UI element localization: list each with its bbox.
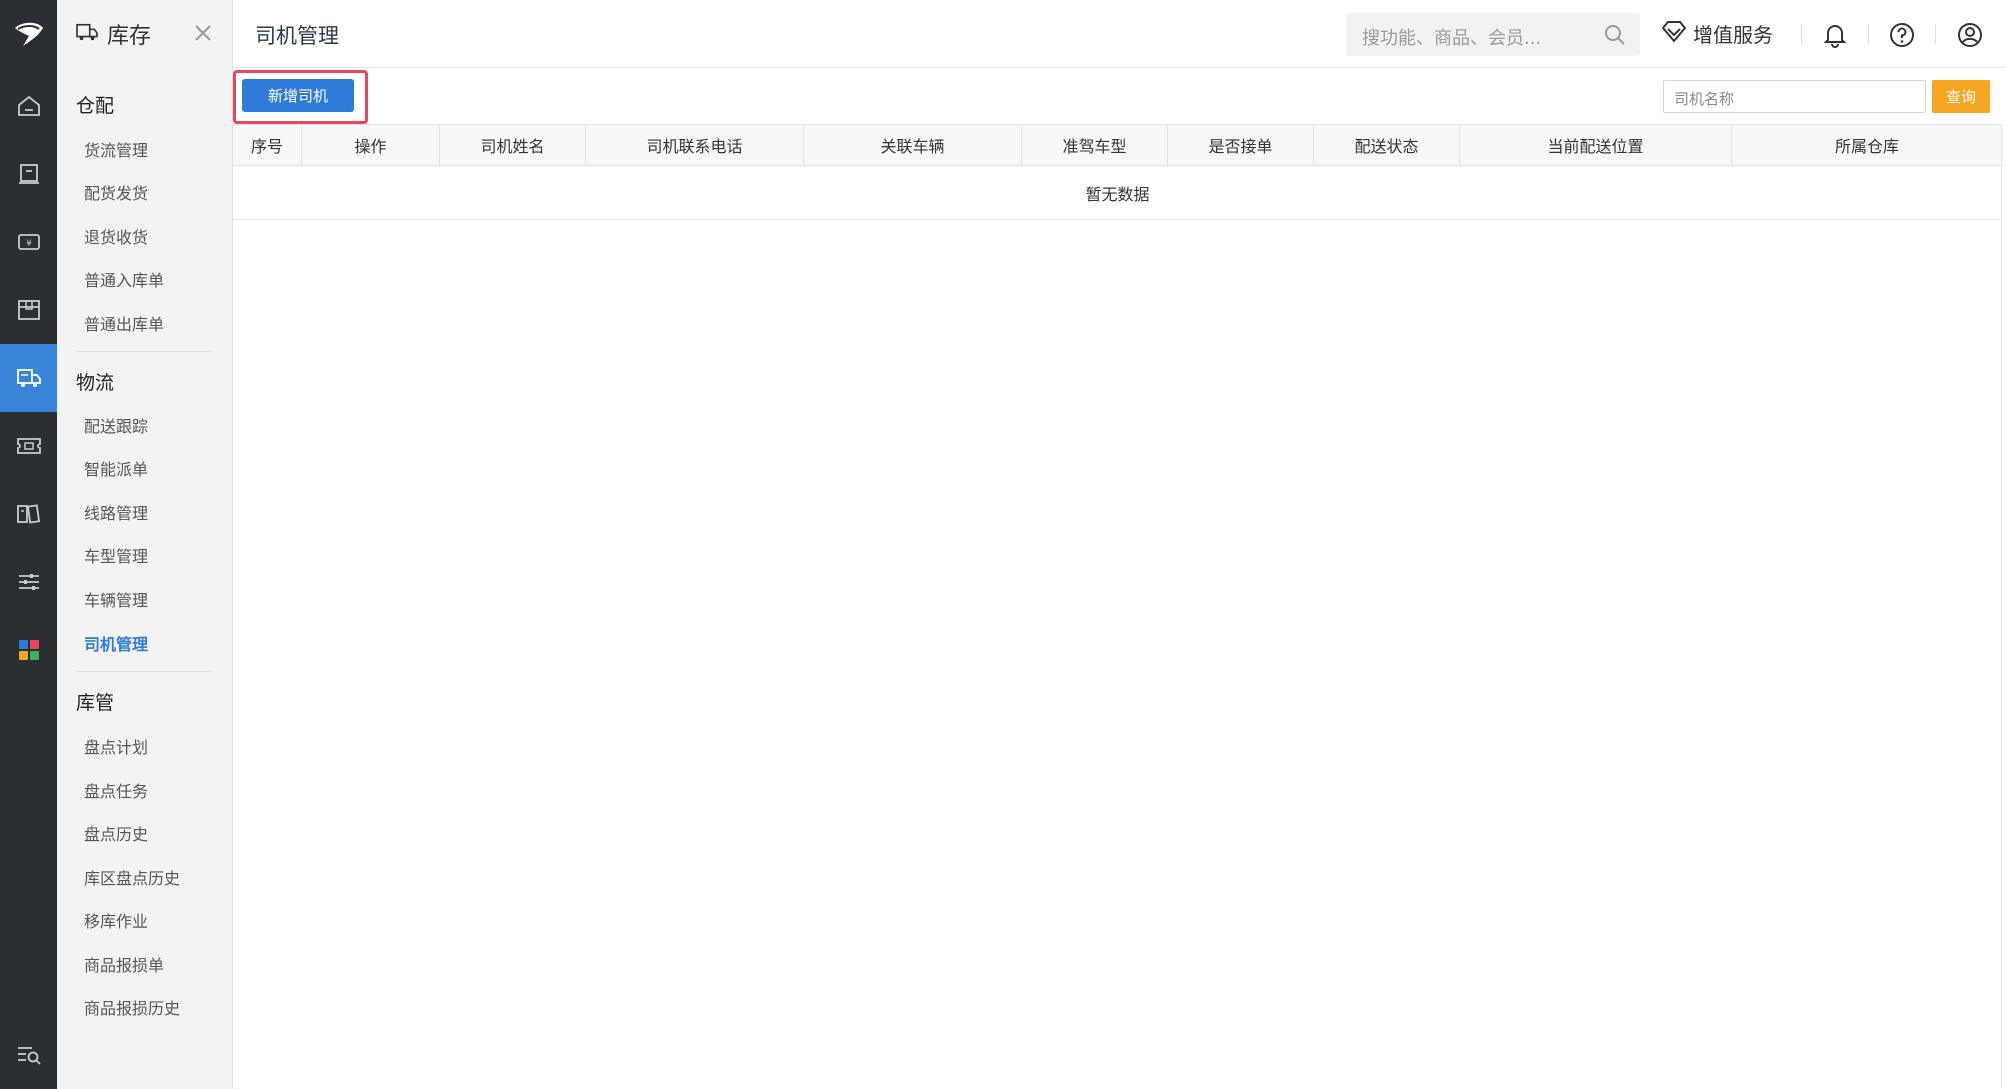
top-bar: 司机管理 搜功能、商品、会员... 增值服务 [233, 0, 2005, 68]
menu-item-selected[interactable]: 司机管理 [84, 631, 148, 655]
query-button[interactable]: 查询 [1932, 80, 1990, 113]
divider [1935, 24, 1936, 44]
table-body: 暂无数据 [233, 166, 2002, 220]
user-icon[interactable] [1957, 22, 1983, 52]
menu-item[interactable]: 线路管理 [84, 500, 148, 524]
menu-group-title: 库管 [76, 692, 115, 714]
close-icon[interactable] [192, 22, 214, 44]
product-icon[interactable] [0, 140, 57, 208]
menu-item[interactable]: 配货发货 [84, 180, 148, 204]
finance-icon[interactable]: ¥ [0, 208, 57, 276]
menu-item[interactable]: 盘点计划 [84, 734, 148, 758]
global-search-input[interactable]: 搜功能、商品、会员... [1346, 13, 1640, 56]
menu-item[interactable]: 移库作业 [84, 908, 148, 932]
driver-table: 序号 操作 司机姓名 司机联系电话 关联车辆 准驾车型 是否接单 配送状态 当前… [233, 124, 2002, 220]
menu-divider [76, 671, 212, 672]
divider [1801, 24, 1802, 44]
search-placeholder: 搜功能、商品、会员... [1362, 28, 1542, 49]
add-driver-button[interactable]: 新增司机 [242, 79, 354, 112]
column-header[interactable]: 当前配送位置 [1460, 125, 1732, 165]
logo-icon[interactable] [0, 0, 57, 68]
menu-item[interactable]: 商品报损单 [84, 952, 164, 976]
diamond-icon [1661, 19, 1687, 48]
column-header[interactable]: 是否接单 [1168, 125, 1314, 165]
menu-item[interactable]: 智能派单 [84, 456, 148, 480]
truck-icon [75, 22, 99, 46]
menu-divider [76, 351, 212, 352]
search-icon[interactable] [1604, 24, 1626, 50]
help-icon[interactable] [1889, 22, 1915, 52]
column-header[interactable]: 所属仓库 [1732, 125, 2002, 165]
table-header: 序号 操作 司机姓名 司机联系电话 关联车辆 准驾车型 是否接单 配送状态 当前… [233, 124, 2002, 166]
search-menu-icon[interactable] [0, 1021, 57, 1089]
menu-item[interactable]: 货流管理 [84, 137, 148, 161]
column-header[interactable]: 配送状态 [1314, 125, 1460, 165]
menu-item[interactable]: 商品报损历史 [84, 995, 180, 1019]
driver-name-placeholder: 司机名称 [1674, 90, 1735, 108]
home-icon[interactable] [0, 72, 57, 140]
menu-group-title: 仓配 [76, 95, 115, 117]
truck-icon[interactable] [0, 344, 57, 412]
menu-item[interactable]: 退货收货 [84, 224, 148, 248]
package-icon[interactable] [0, 276, 57, 344]
menu-item[interactable]: 盘点历史 [84, 821, 148, 845]
report-icon[interactable] [0, 480, 57, 548]
menu-item[interactable]: 车辆管理 [84, 587, 148, 611]
column-header[interactable]: 操作 [302, 125, 440, 165]
menu-item[interactable]: 配送跟踪 [84, 413, 148, 437]
menu-item[interactable]: 盘点任务 [84, 778, 148, 802]
side-menu: 库存 仓配 货流管理 配货发货 退货收货 普通入库单 普通出库单 物流 配送跟踪… [57, 0, 233, 1089]
apps-icon[interactable] [0, 616, 57, 684]
driver-name-input[interactable]: 司机名称 [1663, 80, 1926, 113]
svg-text:¥: ¥ [26, 239, 32, 249]
page-title: 司机管理 [255, 24, 339, 48]
empty-state-text: 暂无数据 [1085, 184, 1150, 204]
column-header[interactable]: 司机姓名 [440, 125, 586, 165]
menu-title: 库存 [107, 24, 152, 49]
icon-rail: ¥ [0, 0, 57, 1089]
content-border [233, 124, 2002, 1089]
value-added-service-button[interactable]: 增值服务 [1661, 19, 1773, 48]
menu-group-title: 物流 [76, 372, 115, 394]
divider [1868, 24, 1869, 44]
value-added-service-label: 增值服务 [1693, 23, 1773, 47]
column-header[interactable]: 关联车辆 [804, 125, 1022, 165]
menu-item[interactable]: 普通入库单 [84, 267, 164, 291]
column-header[interactable]: 准驾车型 [1022, 125, 1168, 165]
ticket-icon[interactable] [0, 412, 57, 480]
menu-item[interactable]: 车型管理 [84, 543, 148, 567]
menu-item[interactable]: 普通出库单 [84, 311, 164, 335]
column-header[interactable]: 司机联系电话 [586, 125, 804, 165]
column-header[interactable]: 序号 [233, 125, 302, 165]
bell-icon[interactable] [1822, 22, 1848, 52]
settings-icon[interactable] [0, 548, 57, 616]
menu-item[interactable]: 库区盘点历史 [84, 865, 180, 889]
